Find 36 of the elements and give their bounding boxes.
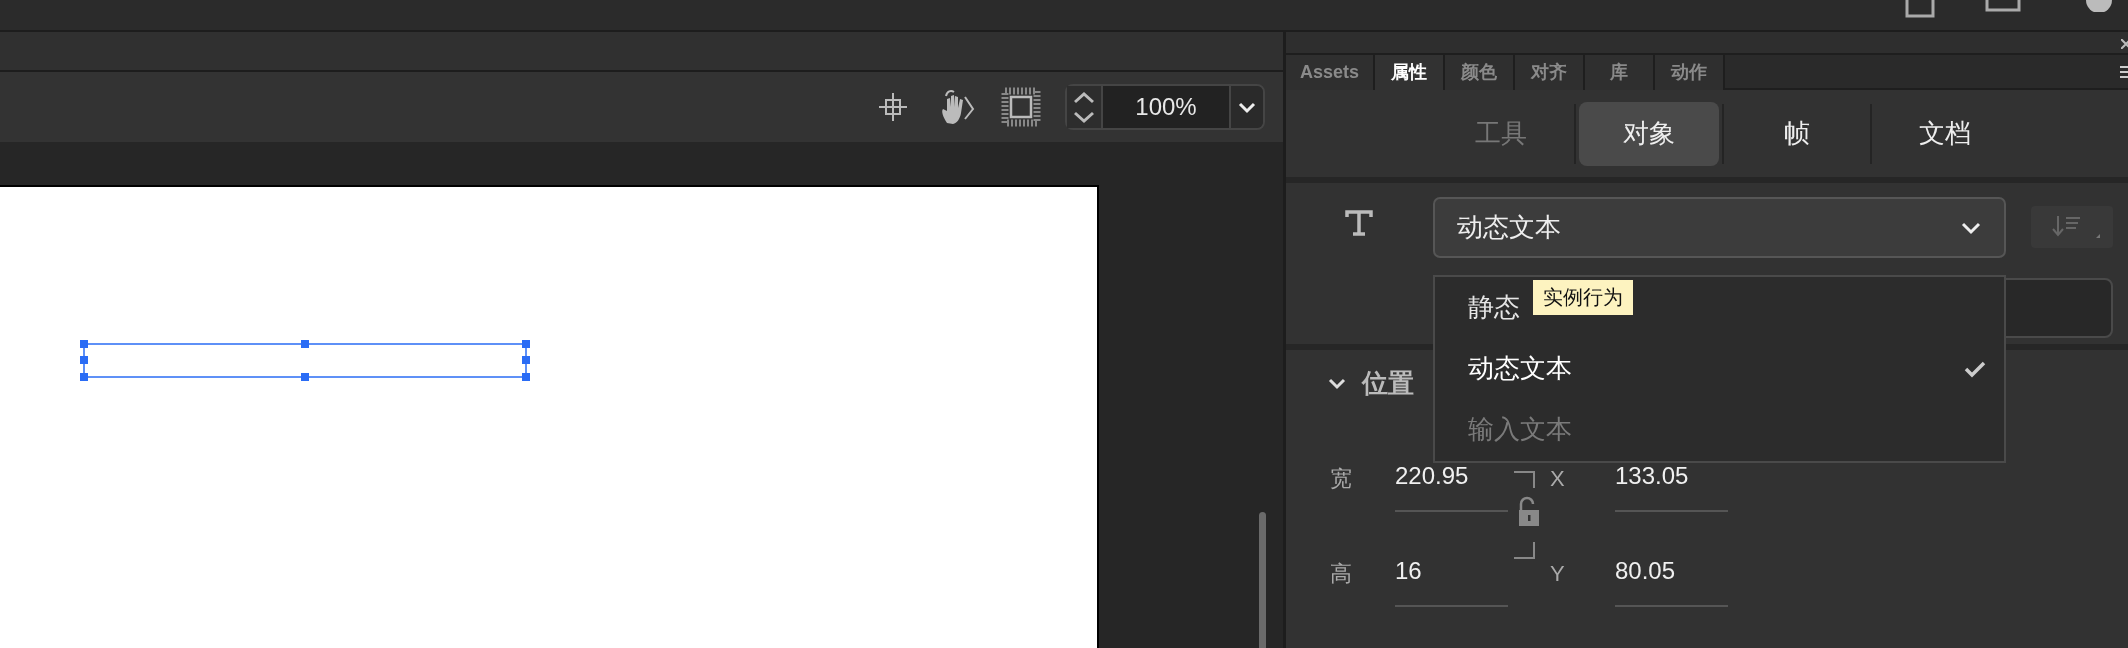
zoom-field[interactable]: 100% bbox=[1101, 86, 1231, 128]
chevron-down-icon[interactable] bbox=[1328, 377, 1346, 390]
view-tab[interactable]: 文档 bbox=[1875, 101, 2015, 166]
field-label: Y bbox=[1550, 560, 1566, 588]
stepper-icon[interactable] bbox=[1067, 86, 1101, 128]
menu-icon[interactable] bbox=[2120, 65, 2128, 80]
checkmark-icon bbox=[1964, 359, 1986, 378]
input-field[interactable]: 133.05 bbox=[1615, 458, 1728, 512]
text-type-dropdown[interactable]: 动态文本 bbox=[1433, 197, 2006, 258]
input-field[interactable]: 220.95 bbox=[1395, 458, 1508, 512]
panel-tab[interactable]: Assets bbox=[1286, 55, 1376, 91]
panel-tab[interactable]: 对齐 bbox=[1515, 55, 1586, 91]
close-icon[interactable] bbox=[2121, 39, 2128, 49]
chevron-down-icon bbox=[1237, 100, 1257, 115]
tooltip: 实例行为 bbox=[1533, 280, 1633, 315]
field-label: 宽 bbox=[1330, 465, 1353, 493]
input-field[interactable]: 16 bbox=[1395, 553, 1508, 607]
menu-item: 输入文本 bbox=[1468, 413, 1572, 446]
view-tab[interactable]: 帧 bbox=[1727, 101, 1867, 166]
text-tool-icon bbox=[1344, 209, 1374, 237]
input-field[interactable]: 80.05 bbox=[1615, 553, 1728, 607]
view-tab[interactable]: 对象 bbox=[1579, 101, 1719, 166]
field-label: X bbox=[1550, 465, 1566, 493]
panel-tab[interactable]: 库 bbox=[1585, 55, 1656, 91]
clip-frame-icon[interactable] bbox=[1001, 87, 1041, 127]
panel-tab[interactable]: 属性 bbox=[1375, 55, 1446, 91]
scrollbar[interactable] bbox=[1259, 512, 1266, 648]
zoom-dropdown-button[interactable] bbox=[1231, 86, 1263, 128]
menu-item[interactable]: 动态文本 bbox=[1468, 349, 1572, 388]
panel-tab[interactable]: 动作 bbox=[1655, 55, 1726, 91]
chevron-down-icon bbox=[1960, 220, 1982, 235]
panel-tab[interactable]: 颜色 bbox=[1445, 55, 1516, 91]
menu-item[interactable]: 静态 bbox=[1468, 288, 1520, 327]
section-title: 位置 bbox=[1362, 367, 1414, 401]
field-label: 高 bbox=[1330, 560, 1353, 588]
zoom-control[interactable]: 100% bbox=[1065, 84, 1265, 130]
